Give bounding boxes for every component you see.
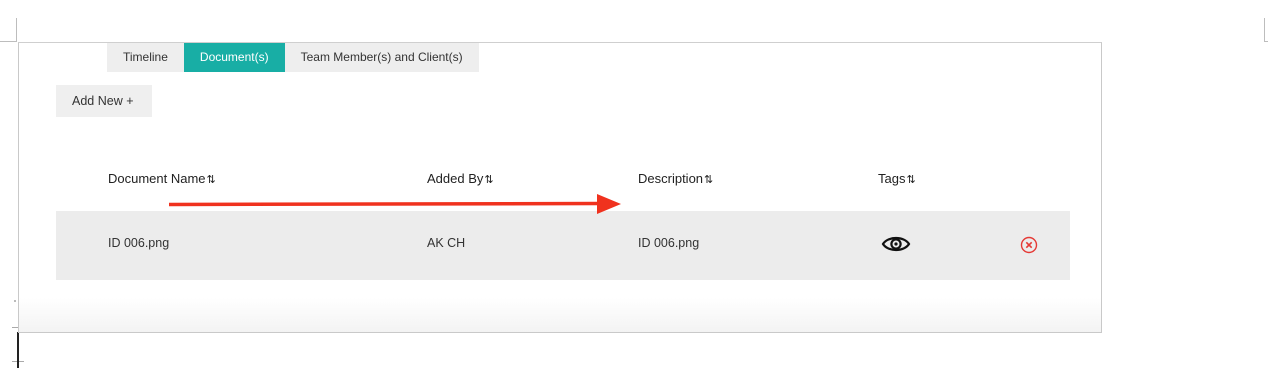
annotation-arrow: [168, 194, 621, 214]
sort-icon[interactable]: ⇅: [906, 174, 915, 186]
document-name-cell[interactable]: ID 006.png: [108, 236, 169, 250]
table-row: ID 006.png AK CH ID 006.png: [56, 211, 1070, 280]
header-description[interactable]: Description⇅: [638, 171, 713, 186]
crop-mark: [0, 41, 17, 42]
header-added-by[interactable]: Added By⇅: [427, 171, 494, 186]
header-label: Description: [638, 171, 704, 186]
sort-icon[interactable]: ⇅: [207, 174, 216, 186]
crop-mark: [1264, 18, 1265, 42]
header-label: Tags: [878, 171, 906, 186]
sort-icon[interactable]: ⇅: [484, 174, 493, 186]
add-new-button[interactable]: Add New +: [56, 85, 152, 117]
header-label: Document Name: [108, 171, 206, 186]
eye-icon[interactable]: [881, 234, 911, 254]
header-document-name[interactable]: Document Name⇅: [108, 171, 216, 186]
added-by-cell: AK CH: [427, 236, 466, 250]
crop-mark: [14, 300, 16, 302]
close-circle-icon[interactable]: [1020, 236, 1038, 254]
tab-bar: Timeline Document(s) Team Member(s) and …: [107, 43, 479, 72]
description-cell: ID 006.png: [638, 236, 700, 250]
crop-mark: [16, 18, 17, 42]
tab-documents[interactable]: Document(s): [183, 43, 285, 72]
text-cursor: [17, 332, 19, 368]
tab-team-members-clients[interactable]: Team Member(s) and Client(s): [284, 43, 479, 72]
documents-panel: Timeline Document(s) Team Member(s) and …: [18, 42, 1102, 333]
sort-icon[interactable]: ⇅: [704, 174, 713, 186]
header-tags[interactable]: Tags⇅: [878, 171, 916, 186]
header-label: Added By: [427, 171, 484, 186]
crop-mark: [1264, 41, 1268, 42]
tab-timeline[interactable]: Timeline: [107, 43, 184, 72]
